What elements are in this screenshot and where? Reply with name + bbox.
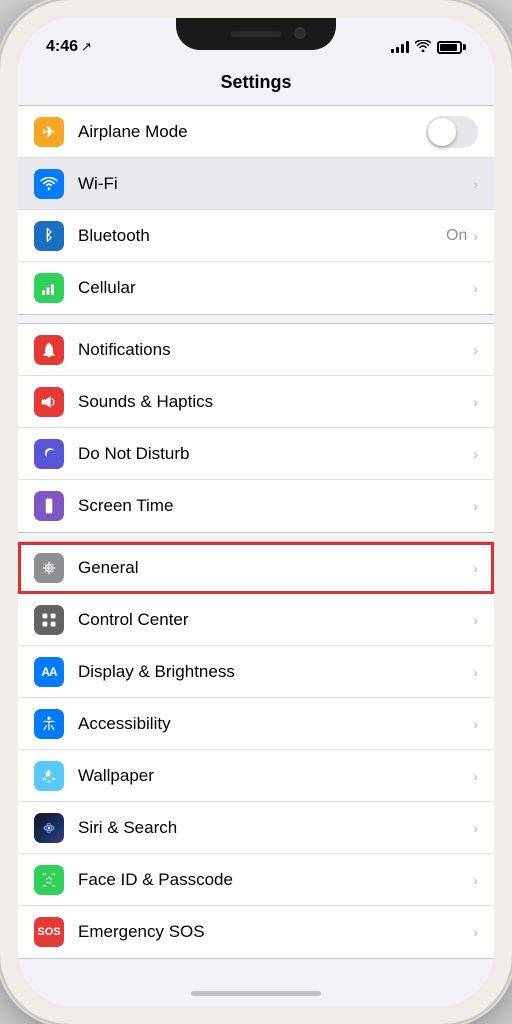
airplane-mode-label: Airplane Mode (78, 122, 426, 142)
wallpaper-label: Wallpaper (78, 766, 473, 786)
dnd-label: Do Not Disturb (78, 444, 473, 464)
wifi-chevron: › (473, 176, 478, 192)
display-label: Display & Brightness (78, 662, 473, 682)
siri-row[interactable]: Siri & Search › (18, 802, 494, 854)
accessibility-icon (34, 709, 64, 739)
faceid-icon (34, 865, 64, 895)
notifications-section: Notifications › Sounds & Haptics › (18, 323, 494, 533)
screentime-chevron: › (473, 498, 478, 514)
sos-icon: SOS (34, 917, 64, 947)
dnd-chevron: › (473, 446, 478, 462)
accessibility-chevron: › (473, 716, 478, 732)
screentime-row[interactable]: Screen Time › (18, 480, 494, 532)
cellular-chevron: › (473, 280, 478, 296)
signal-icon (391, 41, 409, 53)
control-center-label: Control Center (78, 610, 473, 630)
wifi-status-icon (415, 39, 431, 55)
notifications-chevron: › (473, 342, 478, 358)
airplane-mode-row[interactable]: ✈ Airplane Mode (18, 106, 494, 158)
notifications-row[interactable]: Notifications › (18, 324, 494, 376)
cellular-label: Cellular (78, 278, 473, 298)
wifi-icon (34, 169, 64, 199)
dnd-icon (34, 439, 64, 469)
phone-screen: 4:46 ↗ (18, 18, 494, 1006)
location-icon: ↗ (81, 39, 92, 55)
wifi-row[interactable]: Wi-Fi › (18, 158, 494, 210)
notch (176, 18, 336, 50)
dnd-row[interactable]: Do Not Disturb › (18, 428, 494, 480)
accessibility-label: Accessibility (78, 714, 473, 734)
sos-row[interactable]: SOS Emergency SOS › (18, 906, 494, 958)
bluetooth-label: Bluetooth (78, 226, 446, 246)
front-camera (294, 27, 306, 39)
faceid-chevron: › (473, 872, 478, 888)
sounds-icon (34, 387, 64, 417)
general-chevron: › (473, 560, 478, 576)
notifications-label: Notifications (78, 340, 473, 360)
control-center-icon (34, 605, 64, 635)
general-section: General › Control Center › (18, 541, 494, 959)
cellular-icon (34, 273, 64, 303)
general-row[interactable]: General › (18, 542, 494, 594)
general-label: General (78, 558, 473, 578)
bluetooth-icon: ᛒ (34, 221, 64, 251)
airplane-mode-icon: ✈ (34, 117, 64, 147)
wallpaper-icon (34, 761, 64, 791)
settings-page: Settings ✈ Airplane Mode (18, 66, 494, 1006)
page-title: Settings (18, 66, 494, 105)
siri-label: Siri & Search (78, 818, 473, 838)
bluetooth-chevron: › (473, 228, 478, 244)
sos-chevron: › (473, 924, 478, 940)
speaker (231, 31, 281, 37)
display-chevron: › (473, 664, 478, 680)
bluetooth-value: On (446, 227, 467, 245)
siri-chevron: › (473, 820, 478, 836)
control-center-chevron: › (473, 612, 478, 628)
cellular-row[interactable]: Cellular › (18, 262, 494, 314)
screentime-label: Screen Time (78, 496, 473, 516)
phone-frame: 4:46 ↗ (0, 0, 512, 1024)
connectivity-section: ✈ Airplane Mode (18, 105, 494, 315)
wallpaper-row[interactable]: Wallpaper › (18, 750, 494, 802)
notifications-icon (34, 335, 64, 365)
faceid-label: Face ID & Passcode (78, 870, 473, 890)
sos-label: Emergency SOS (78, 922, 473, 942)
display-icon: AA (34, 657, 64, 687)
sounds-chevron: › (473, 394, 478, 410)
control-center-row[interactable]: Control Center › (18, 594, 494, 646)
status-time: 4:46 (46, 38, 78, 56)
accessibility-row[interactable]: Accessibility › (18, 698, 494, 750)
status-icons (391, 39, 466, 55)
airplane-mode-toggle[interactable] (426, 116, 478, 148)
home-indicator[interactable] (191, 991, 321, 996)
battery-icon (437, 41, 466, 54)
display-row[interactable]: AA Display & Brightness › (18, 646, 494, 698)
wallpaper-chevron: › (473, 768, 478, 784)
sounds-label: Sounds & Haptics (78, 392, 473, 412)
faceid-row[interactable]: Face ID & Passcode › (18, 854, 494, 906)
screentime-icon (34, 491, 64, 521)
sounds-row[interactable]: Sounds & Haptics › (18, 376, 494, 428)
wifi-label: Wi-Fi (78, 174, 473, 194)
siri-icon (34, 813, 64, 843)
general-icon (34, 553, 64, 583)
bluetooth-row[interactable]: ᛒ Bluetooth On › (18, 210, 494, 262)
